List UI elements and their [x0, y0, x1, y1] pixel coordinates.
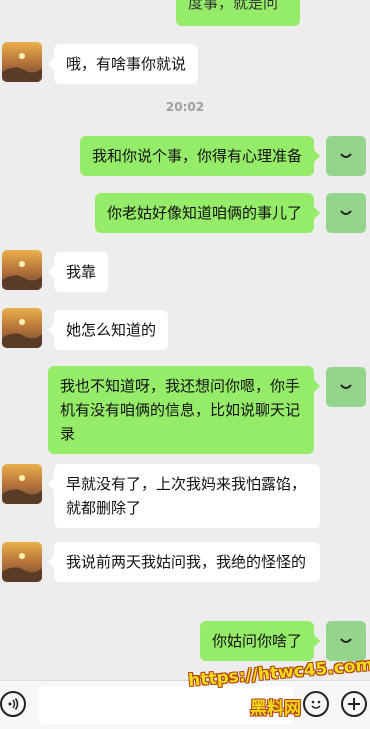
message-row: 你老姑好像知道咱俩的事儿了 — [0, 192, 370, 236]
emoji-button[interactable] — [303, 691, 329, 717]
voice-icon — [8, 698, 19, 710]
message-bubble[interactable]: 哦，有啥事你就说 — [47, 44, 199, 84]
message-row: 她怎么知道的 — [0, 308, 370, 352]
smile-icon — [340, 638, 352, 643]
self-avatar[interactable] — [326, 136, 366, 176]
message-row: 哦，有啥事你就说 — [0, 42, 370, 86]
contact-avatar[interactable] — [2, 542, 42, 582]
message-row: 我也不知道呀，我还想问你嗯，你手机有没有咱俩的信息，比如说聊天记录 — [0, 366, 370, 454]
message-bubble[interactable]: 我说前两天我姑问我，我绝的怪怪的 — [48, 542, 320, 582]
input-bar — [0, 680, 370, 729]
voice-button[interactable] — [0, 691, 26, 717]
message-row: 早就没有了，上次我妈来我怕露馅，就都删除了 — [0, 464, 370, 528]
message-row: 我说前两天我姑问我，我绝的怪怪的 — [0, 542, 370, 602]
message-row: 我靠 — [0, 250, 370, 294]
message-row: 我和你说个事，你得有心理准备 — [0, 135, 370, 179]
message-bubble[interactable]: 你姑问你啥了 — [199, 621, 321, 661]
message-bubble-partial[interactable]: 度事，就是问 — [176, 0, 300, 26]
smile-icon — [340, 210, 352, 215]
message-bubble[interactable]: 你老姑好像知道咱俩的事儿了 — [94, 193, 321, 233]
contact-avatar[interactable] — [2, 42, 42, 82]
more-button[interactable] — [341, 691, 367, 717]
watermark-text: 黑料网 — [250, 699, 301, 719]
timestamp-divider: 20:02 — [165, 100, 205, 114]
contact-avatar[interactable] — [2, 464, 42, 504]
message-bubble[interactable]: 她怎么知道的 — [47, 310, 169, 350]
message-row: 你姑问你啥了 — [0, 620, 370, 664]
plus-icon — [348, 698, 360, 710]
message-bubble[interactable]: 我也不知道呀，我还想问你嗯，你手机有没有咱俩的信息，比如说聊天记录 — [48, 366, 320, 454]
chat-area[interactable]: 度事，就是问 哦，有啥事你就说 20:02 我和你说个事，你得有心理准备 你老姑… — [0, 0, 370, 680]
message-bubble[interactable]: 我靠 — [47, 252, 109, 292]
contact-avatar[interactable] — [2, 308, 42, 348]
emoji-icon — [311, 700, 321, 709]
contact-avatar[interactable] — [2, 250, 42, 290]
message-bubble[interactable]: 我和你说个事，你得有心理准备 — [79, 136, 321, 176]
self-avatar[interactable] — [326, 367, 366, 407]
smile-icon — [340, 384, 352, 389]
message-bubble[interactable]: 早就没有了，上次我妈来我怕露馅，就都删除了 — [48, 464, 320, 528]
self-avatar[interactable] — [326, 193, 366, 233]
smile-icon — [340, 153, 352, 158]
